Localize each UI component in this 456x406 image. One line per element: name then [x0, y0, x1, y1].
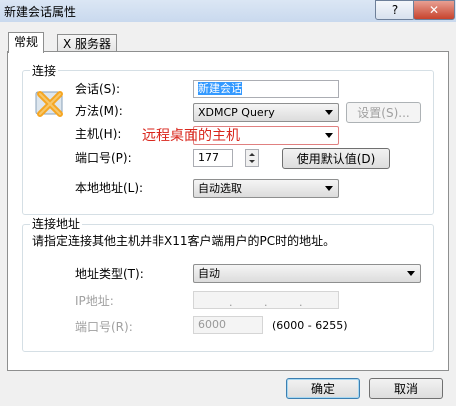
- ok-button[interactable]: 确定: [286, 378, 360, 399]
- address-port-range: (6000 - 6255): [272, 319, 348, 332]
- method-label: 方法(M):: [75, 104, 123, 118]
- port-value: 177: [198, 151, 219, 164]
- tab-panel: 连接 会话(S): 新建会话 方法(M): XDMCP Query 设置(S).…: [7, 51, 449, 371]
- close-button[interactable]: ✕: [413, 0, 455, 20]
- spin-up-icon: [249, 153, 255, 156]
- address-type-select[interactable]: 自动: [193, 264, 421, 283]
- address-group-title: 连接地址: [30, 215, 83, 232]
- ip-address-label: IP地址:: [75, 294, 114, 308]
- session-label: 会话(S):: [75, 82, 121, 96]
- spin-down-icon: [249, 160, 255, 163]
- port-label: 端口号(P):: [75, 151, 132, 165]
- help-button[interactable]: ?: [375, 0, 415, 20]
- use-default-button[interactable]: 使用默认值(D): [282, 148, 390, 169]
- address-port-value: 6000: [198, 318, 226, 331]
- local-address-select[interactable]: 自动选取: [193, 179, 339, 198]
- port-spinner[interactable]: [245, 149, 259, 167]
- chevron-down-icon: [325, 186, 333, 191]
- local-address-value: 自动选取: [198, 182, 242, 195]
- window-title: 新建会话属性: [4, 5, 77, 19]
- chevron-down-icon: [407, 271, 415, 276]
- address-port-input[interactable]: 6000: [193, 316, 263, 334]
- address-type-value: 自动: [198, 267, 220, 280]
- xmanager-logo-icon: [35, 91, 63, 117]
- title-bar: 新建会话属性 ? ✕: [0, 0, 456, 22]
- chevron-down-icon: [325, 110, 333, 115]
- settings-button[interactable]: 设置(S)...: [346, 102, 421, 123]
- close-icon: ✕: [428, 3, 440, 17]
- port-input[interactable]: 177: [193, 149, 233, 167]
- address-port-label: 端口号(R):: [75, 320, 133, 334]
- help-icon: ?: [391, 3, 399, 17]
- address-type-label: 地址类型(T):: [75, 267, 144, 281]
- tab-general[interactable]: 常规: [8, 32, 45, 53]
- host-label: 主机(H):: [75, 127, 122, 141]
- ip-address-input[interactable]: . . .: [193, 291, 339, 309]
- connection-group-title: 连接: [30, 62, 59, 79]
- cancel-button[interactable]: 取消: [369, 378, 443, 399]
- chevron-down-icon: [325, 133, 333, 138]
- local-address-label: 本地地址(L):: [75, 181, 144, 195]
- host-value: 远程桌面的主机: [142, 128, 240, 144]
- address-description: 请指定连接其他主机并非X11客户端用户的PC时的地址。: [32, 234, 336, 248]
- session-name-input[interactable]: 新建会话: [193, 80, 339, 98]
- method-value: XDMCP Query: [198, 106, 275, 119]
- method-select[interactable]: XDMCP Query: [193, 103, 339, 122]
- session-name-value: 新建会话: [198, 82, 242, 95]
